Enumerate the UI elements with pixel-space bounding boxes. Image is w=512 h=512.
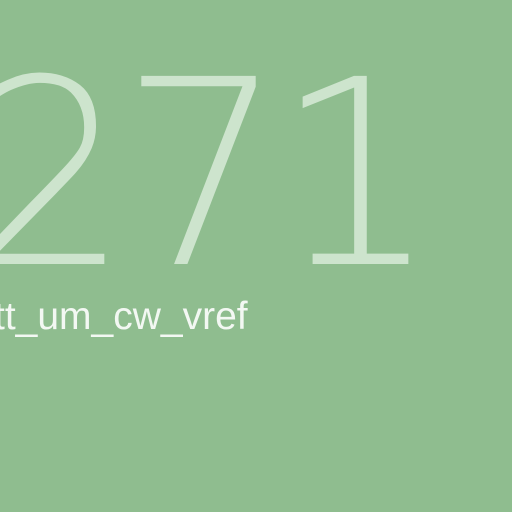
big-value-number: 271: [0, 25, 438, 325]
value-display-screen: 271 tt_um_cw_vref: [0, 0, 512, 512]
value-label: tt_um_cw_vref: [0, 295, 248, 338]
